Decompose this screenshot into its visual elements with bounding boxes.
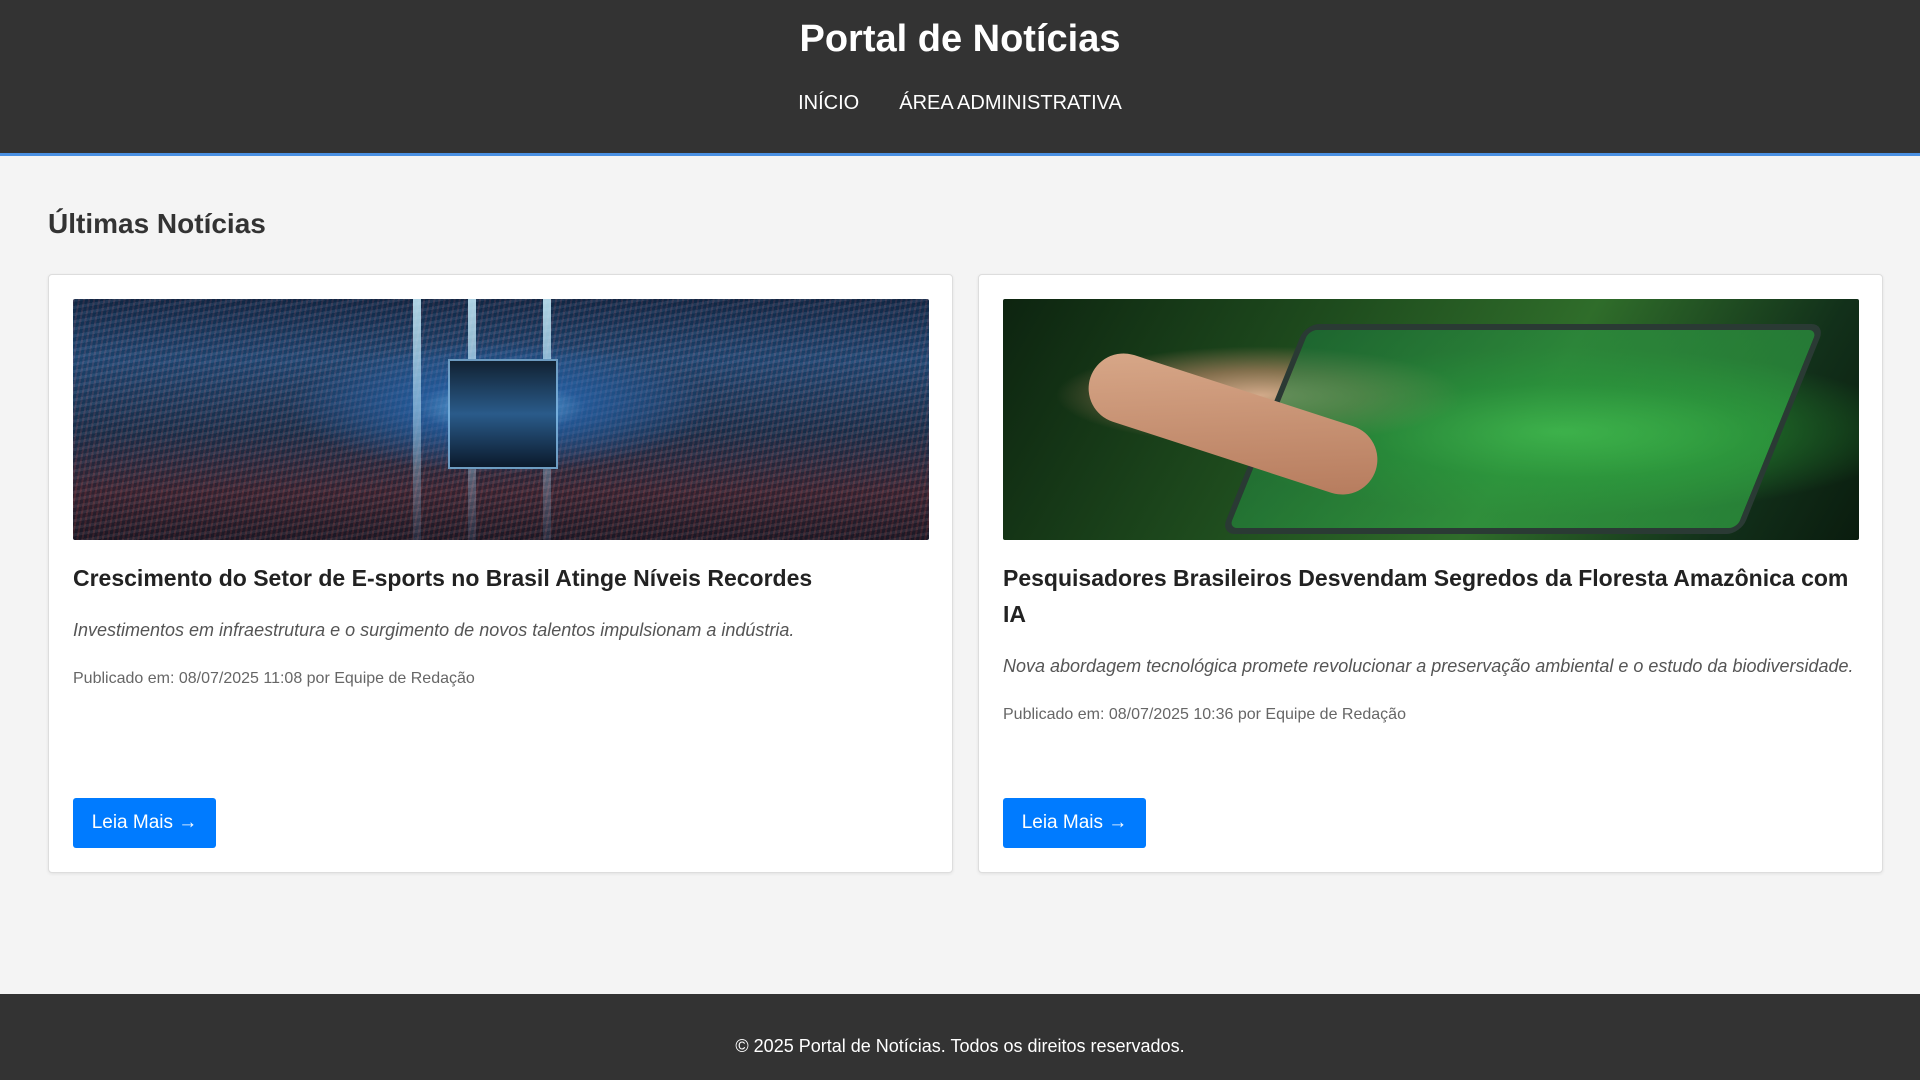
arena-stage	[448, 359, 558, 469]
news-card-grid: Crescimento do Setor de E-sports no Bras…	[48, 274, 1883, 873]
news-meta: Publicado em: 08/07/2025 10:36 por Equip…	[1003, 706, 1406, 723]
site-title: Portal de Notícias	[799, 18, 1121, 60]
news-card: Crescimento do Setor de E-sports no Bras…	[48, 274, 953, 873]
news-card: Pesquisadores Brasileiros Desvendam Segr…	[978, 274, 1883, 873]
site-footer: © 2025 Portal de Notícias. Todos os dire…	[0, 994, 1920, 1080]
site-header: Portal de Notícias INÍCIO ÁREA ADMINISTR…	[0, 0, 1920, 156]
news-title[interactable]: Pesquisadores Brasileiros Desvendam Segr…	[1003, 560, 1858, 632]
news-summary: Nova abordagem tecnológica promete revol…	[1003, 656, 1854, 676]
nav-link-area-administrativa[interactable]: ÁREA ADMINISTRATIVA	[899, 90, 1122, 116]
main-content: Últimas Notícias Crescimento do Setor de…	[0, 156, 1920, 994]
news-summary: Investimentos em infraestrutura e o surg…	[73, 620, 795, 640]
section-title: Últimas Notícias	[48, 208, 266, 239]
main-nav: INÍCIO ÁREA ADMINISTRATIVA	[0, 90, 1920, 116]
read-more-button[interactable]: Leia Mais →	[73, 798, 216, 848]
read-more-button[interactable]: Leia Mais →	[1003, 798, 1146, 848]
news-image-forest-tablet[interactable]	[1003, 299, 1859, 540]
footer-copyright: © 2025 Portal de Notícias. Todos os dire…	[735, 1036, 1185, 1056]
news-title[interactable]: Crescimento do Setor de E-sports no Bras…	[73, 560, 928, 596]
arena-light-beam	[413, 299, 421, 540]
news-meta: Publicado em: 08/07/2025 11:08 por Equip…	[73, 670, 475, 687]
news-image-esports-arena[interactable]	[73, 299, 929, 540]
nav-link-inicio[interactable]: INÍCIO	[798, 90, 859, 116]
